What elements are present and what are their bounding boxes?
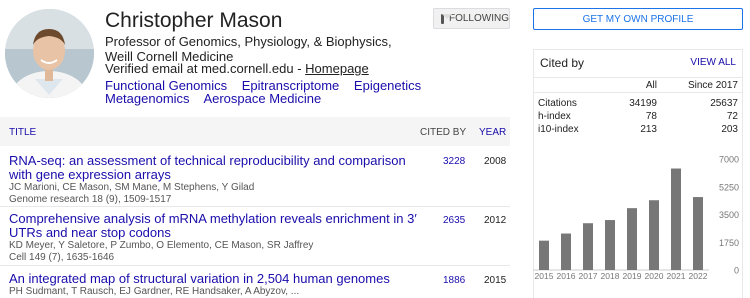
stats-all: 78 — [645, 111, 657, 122]
stats-label: Citations — [538, 98, 577, 109]
y-tick-label: 7000 — [719, 155, 739, 165]
article-year: 2008 — [484, 156, 507, 167]
cited-by-heading: Cited by — [540, 56, 585, 70]
stats-col-since: Since 2017 — [687, 80, 738, 91]
cited-by-link[interactable]: 3228 — [443, 156, 465, 167]
article-year: 2015 — [484, 275, 507, 286]
following-button[interactable]: FOLLOWING — [433, 8, 510, 29]
stats-col-all: All — [645, 80, 657, 91]
article-year: 2012 — [484, 215, 507, 226]
stats-since: 72 — [726, 111, 738, 122]
x-tick-label: 2017 — [579, 271, 598, 281]
profile-name: Christopher Mason — [105, 9, 283, 32]
article-authors: KD Meyer, Y Saletore, P Zumbo, O Element… — [9, 240, 314, 251]
y-tick-label: 5250 — [719, 182, 739, 192]
chart-bar-2017[interactable] — [583, 223, 593, 270]
stats-row: Citations 34199 25637 — [534, 96, 742, 109]
x-tick-label: 2015 — [535, 271, 554, 281]
cited-by-link[interactable]: 2635 — [443, 215, 465, 226]
homepage-link[interactable]: Homepage — [305, 61, 369, 76]
view-all-link[interactable]: VIEW ALL — [690, 57, 736, 68]
article-venue: Cell 149 (7), 1635-1646 — [9, 252, 115, 263]
interest-link[interactable]: Metagenomics — [105, 91, 190, 106]
x-tick-label: 2021 — [667, 271, 686, 281]
article-title-link[interactable]: RNA-seq: an assessment of technical repr… — [9, 154, 419, 182]
y-tick-label: 1750 — [719, 238, 739, 248]
article-venue: Genome research 18 (9), 1509-1517 — [9, 194, 172, 205]
stats-all: 213 — [640, 124, 657, 135]
email-text: Verified email at med.cornell.edu - — [105, 61, 306, 76]
article-authors: PH Sudmant, T Rausch, EJ Gardner, RE Han… — [9, 286, 300, 297]
citation-stats-table: All Since 2017 Citations 34199 25637 h-i… — [534, 77, 742, 135]
stats-since: 203 — [721, 124, 738, 135]
article-authors: JC Marioni, CE Mason, SM Mane, M Stephen… — [9, 182, 255, 193]
chart-bar-2022[interactable] — [693, 197, 703, 270]
sort-cited-link[interactable]: CITED BY — [420, 127, 466, 138]
envelope-icon — [441, 13, 452, 24]
interest-link[interactable]: Aerospace Medicine — [203, 91, 321, 106]
x-tick-label: 2018 — [601, 271, 620, 281]
sort-year-link[interactable]: YEAR — [479, 127, 506, 138]
cited-by-link[interactable]: 1886 — [443, 275, 465, 286]
y-tick-label: 0 — [734, 266, 739, 276]
article-title-link[interactable]: Comprehensive analysis of mRNA methylati… — [9, 212, 419, 240]
stats-label: i10-index — [538, 124, 579, 135]
chart-bar-2021[interactable] — [671, 168, 681, 270]
x-tick-label: 2019 — [623, 271, 642, 281]
chart-bar-2015[interactable] — [539, 240, 549, 270]
interest-link[interactable]: Epigenetics — [354, 78, 421, 93]
x-tick-label: 2016 — [557, 271, 576, 281]
x-tick-label: 2020 — [645, 271, 664, 281]
stats-all: 34199 — [629, 98, 657, 109]
chart-bar-2019[interactable] — [627, 208, 637, 270]
chart-bar-2016[interactable] — [561, 233, 571, 270]
profile-photo — [5, 9, 94, 98]
stats-row: h-index 78 72 — [534, 109, 742, 122]
following-label: FOLLOWING — [448, 13, 509, 24]
stats-since: 25637 — [710, 98, 738, 109]
chart-bar-2020[interactable] — [649, 200, 659, 270]
sort-title-link[interactable]: TITLE — [9, 127, 36, 138]
articles-table-header: TITLE CITED BY YEAR — [0, 117, 510, 146]
stats-label: h-index — [538, 111, 571, 122]
article-title-link[interactable]: An integrated map of structural variatio… — [9, 272, 419, 286]
profile-affiliation: Professor of Genomics, Physiology, & Bio… — [105, 34, 392, 64]
row-divider — [0, 265, 510, 266]
row-divider — [0, 206, 510, 207]
x-tick-label: 2022 — [689, 271, 708, 281]
get-my-own-profile-button[interactable]: GET MY OWN PROFILE — [533, 8, 743, 30]
stats-row: i10-index 213 203 — [534, 122, 742, 135]
profile-email: Verified email at med.cornell.edu - Home… — [105, 61, 369, 76]
y-tick-label: 3500 — [719, 210, 739, 220]
research-interests: Functional Genomics Epitranscriptome Epi… — [105, 79, 450, 105]
citations-bar-chart: 017503500525070002015 2016 2017 2018 2019 202… — [533, 155, 739, 281]
stats-header-row: All Since 2017 — [534, 77, 742, 93]
chart-bar-2018[interactable] — [605, 220, 615, 270]
